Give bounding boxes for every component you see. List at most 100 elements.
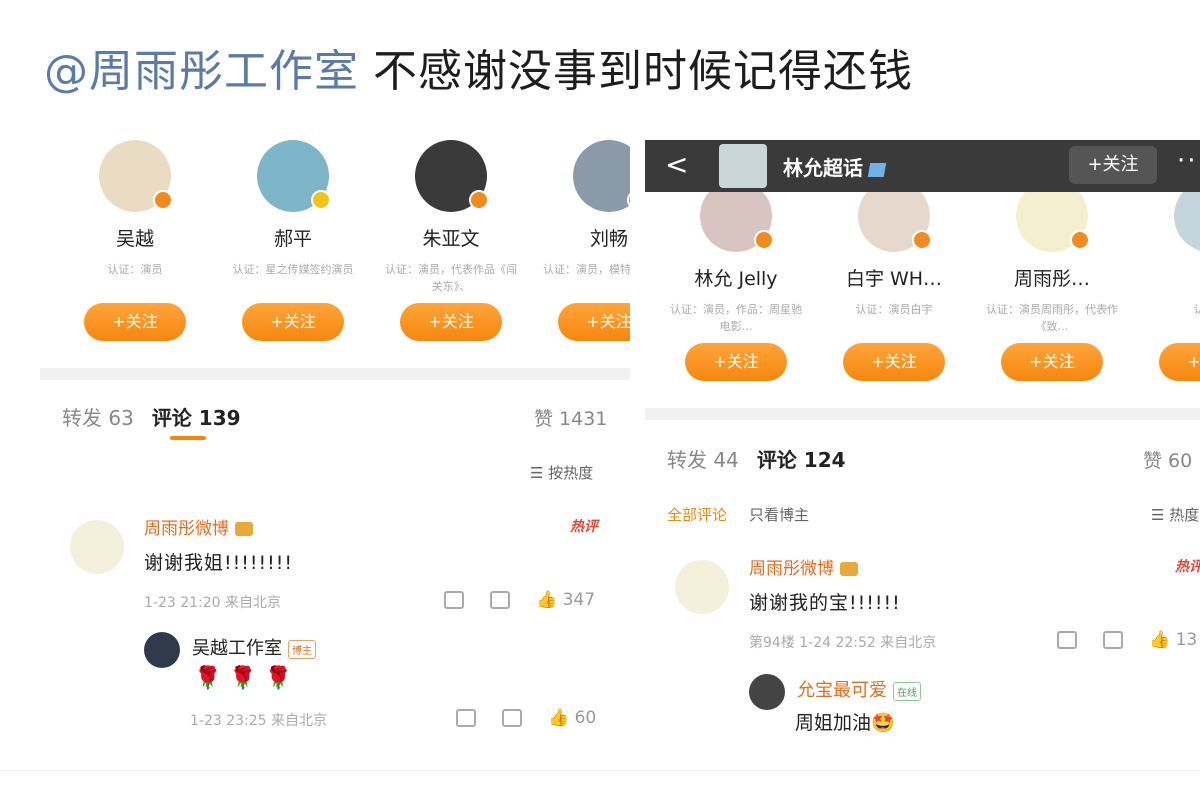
comment-text: 谢谢我的宝!!!!!!: [749, 592, 901, 614]
user-name: 林允 Jelly: [694, 268, 778, 290]
share-icon[interactable]: [456, 709, 476, 727]
follow-button[interactable]: +关注: [84, 303, 186, 341]
suggested-user-card[interactable]: 朱亚文 认证：演员，代表作品《闯关东》、 +关注: [376, 140, 526, 341]
follow-button[interactable]: +关注: [843, 343, 945, 381]
suggested-user-card[interactable]: 林允 Jelly 认证：演员，作品：周星驰电影… +关注: [661, 180, 811, 381]
topic-title-text: 林允超话: [783, 156, 863, 180]
section-divider: [40, 368, 630, 380]
like-button[interactable]: 👍 13: [1149, 630, 1197, 650]
reply-text: 周姐加油🤩: [795, 712, 895, 734]
like-count: 347: [562, 590, 596, 610]
tab-likes[interactable]: 赞 1431: [534, 404, 607, 431]
follow-button[interactable]: +关注: [558, 303, 630, 341]
follow-button[interactable]: +关注: [242, 303, 344, 341]
user-cert: 认证：演员，作品：周星驰电影…: [670, 303, 802, 333]
sort-icon: ☰: [530, 464, 549, 482]
share-icon[interactable]: [1057, 631, 1077, 649]
tab-bar: 转发 44 评论 124: [667, 444, 846, 473]
reply-icon[interactable]: [502, 709, 522, 727]
user-name: 吴越: [115, 228, 154, 250]
follow-button[interactable]: +关注: [400, 303, 502, 341]
sort-toggle[interactable]: ☰ 按热度: [530, 462, 593, 483]
crown-icon: [840, 562, 858, 576]
avatar: [99, 140, 173, 212]
comment-actions: 👍 13: [1057, 630, 1197, 650]
suggested-user-card[interactable]: 吴越 认证：演员 +关注: [60, 140, 210, 341]
share-icon[interactable]: [444, 591, 464, 609]
reply-icon[interactable]: [1103, 631, 1123, 649]
caption-text: 不感谢没事到时候记得还钱: [373, 46, 913, 97]
comment-meta: 第94楼 1-24 22:52 来自北京: [749, 635, 937, 651]
verified-badge-icon: [469, 190, 489, 210]
user-cert: 认证：: [1193, 303, 1200, 316]
author-tag: 博主: [288, 639, 316, 659]
reply-author-name: 吴越工作室: [192, 638, 282, 659]
sort-label: 按热度: [548, 464, 594, 482]
comment-actions: 👍 347: [444, 590, 595, 610]
post-caption: @周雨彤工作室 不感谢没事到时候记得还钱: [44, 42, 913, 102]
reply-avatar[interactable]: [749, 674, 785, 710]
left-screenshot: 吴越 认证：演员 +关注 郝平 认证：星之传媒签约演员 +关注 朱亚文 认证：演…: [40, 130, 630, 760]
tab-bar: 转发 63 评论 139: [62, 402, 241, 431]
reply-author[interactable]: 吴越工作室 博主: [192, 634, 316, 660]
active-tab-indicator: [170, 436, 206, 440]
tab-likes[interactable]: 赞 60: [1143, 446, 1192, 473]
like-count: 13: [1175, 630, 1198, 650]
follow-button[interactable]: +关注: [1159, 343, 1200, 381]
hot-comment-tag: 热评: [570, 519, 598, 535]
user-name: 朱亚文: [422, 228, 480, 250]
follow-topic-button[interactable]: +关注: [1069, 146, 1157, 184]
tab-repost[interactable]: 转发 44: [667, 448, 739, 472]
filter-all-comments[interactable]: 全部评论: [667, 506, 727, 524]
suggested-user-card[interactable]: 郝平 认证：星之传媒签约演员 +关注: [218, 140, 368, 341]
avatar: [415, 140, 489, 212]
thumbs-up-icon: 👍: [536, 590, 558, 610]
tab-comments[interactable]: 评论 139: [152, 406, 241, 430]
online-tag: 在线: [893, 681, 921, 701]
super-topic-header: < 林允超话 +关注 ··: [645, 140, 1200, 192]
follow-button[interactable]: +关注: [685, 343, 787, 381]
topic-avatar: [719, 144, 767, 188]
user-name: 郝平: [273, 228, 312, 250]
comment-author[interactable]: 周雨彤微博: [144, 514, 253, 539]
thumbs-up-icon: 👍: [1149, 630, 1171, 650]
tab-repost[interactable]: 转发 63: [62, 406, 134, 430]
reply-icon[interactable]: [490, 591, 510, 609]
sort-icon: ☰: [1151, 506, 1170, 524]
like-count: 60: [574, 708, 597, 728]
crown-icon: [235, 522, 253, 536]
user-name: 刘畅: [589, 228, 628, 250]
user-cert: 认证：演员周雨彤，代表作《致…: [986, 303, 1118, 333]
tab-comments[interactable]: 评论 124: [757, 448, 846, 472]
user-cert: 认证：演员，模特，代表作: [543, 263, 630, 276]
suggested-user-card[interactable]: 刘畅 认证：演员，模特，代表作 +关注: [534, 140, 630, 341]
comment-author[interactable]: 周雨彤微博: [749, 554, 858, 579]
comment-filter-tabs: 全部评论 只看博主: [667, 504, 809, 525]
back-icon[interactable]: <: [665, 148, 688, 181]
suggested-user-card[interactable]: 周雨彤… 认证：演员周雨彤，代表作《致… +关注: [977, 180, 1127, 381]
comment-author-name: 周雨彤微博: [144, 519, 229, 539]
filter-owner-only[interactable]: 只看博主: [749, 506, 809, 524]
topic-title: 林允超话: [783, 152, 887, 181]
verified-badge-icon: [153, 190, 173, 210]
comment-avatar[interactable]: [70, 520, 124, 574]
reply-text: 🌹🌹🌹: [194, 666, 301, 691]
suggested-user-card[interactable]: 赵 认证： +关注: [1135, 180, 1200, 381]
sort-toggle[interactable]: ☰ 热度: [1151, 504, 1199, 525]
suggested-user-card[interactable]: 白宇 WH… 认证：演员白宇 +关注: [819, 180, 969, 381]
reply-avatar[interactable]: [144, 632, 180, 668]
like-button[interactable]: 👍 60: [548, 708, 596, 728]
reply-author-name: 允宝最可爱: [797, 680, 887, 701]
mention-link[interactable]: @周雨彤工作室: [44, 46, 359, 97]
verified-badge-icon: [627, 190, 630, 210]
comment-text: 谢谢我姐!!!!!!!!: [144, 552, 293, 574]
reply-actions: 👍 60: [456, 708, 596, 728]
reply-meta: 1-23 23:25 来自北京: [190, 713, 328, 729]
reply-author[interactable]: 允宝最可爱 在线: [797, 676, 921, 702]
comment-avatar[interactable]: [675, 560, 729, 614]
like-button[interactable]: 👍 347: [536, 590, 595, 610]
follow-button[interactable]: +关注: [1001, 343, 1103, 381]
verified-badge-icon: [1070, 230, 1090, 250]
user-name: 赵: [1135, 264, 1200, 291]
more-icon[interactable]: ··: [1177, 146, 1198, 176]
